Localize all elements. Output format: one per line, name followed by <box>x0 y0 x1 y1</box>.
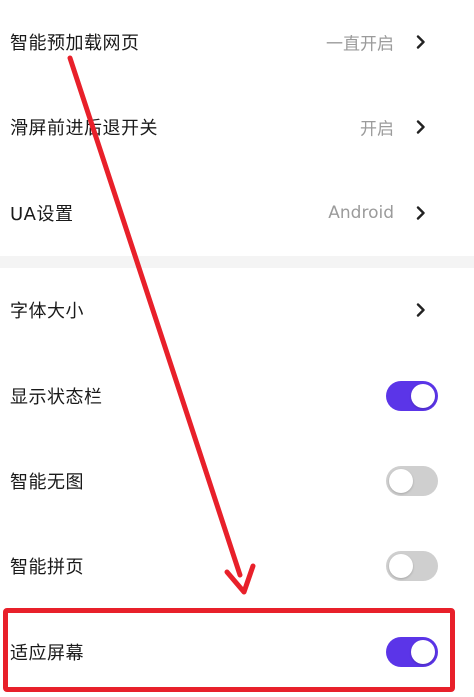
setting-label: 智能无图 <box>10 472 84 493</box>
setting-row-smart-preload[interactable]: 智能预加载网页 一直开启 <box>0 2 474 82</box>
setting-row-font-size[interactable]: 字体大小 <box>0 270 474 350</box>
smart-page-join-toggle[interactable] <box>386 551 438 581</box>
setting-value: Android <box>328 203 394 223</box>
section-divider <box>0 256 474 268</box>
smart-no-image-toggle[interactable] <box>386 466 438 496</box>
setting-label: 智能拼页 <box>10 557 84 578</box>
setting-row-smart-page-join: 智能拼页 <box>0 526 474 606</box>
setting-value: 一直开启 <box>326 34 394 55</box>
settings-screen: 智能预加载网页 一直开启 滑屏前进后退开关 开启 UA设置 Android 字体… <box>0 0 474 697</box>
chevron-right-icon <box>416 35 425 49</box>
toggle-knob <box>389 469 413 493</box>
toggle-knob <box>411 640 435 664</box>
chevron-right-icon <box>416 206 425 220</box>
chevron-right-icon <box>416 303 425 317</box>
setting-row-ua[interactable]: UA设置 Android <box>0 173 474 253</box>
fit-screen-toggle[interactable] <box>386 637 438 667</box>
setting-value: 开启 <box>360 119 394 140</box>
setting-row-fit-screen: 适应屏幕 <box>0 612 474 692</box>
setting-label: 显示状态栏 <box>10 387 103 408</box>
status-bar-toggle[interactable] <box>386 381 438 411</box>
setting-label: 滑屏前进后退开关 <box>10 118 158 139</box>
setting-label: 字体大小 <box>10 301 84 322</box>
toggle-knob <box>411 384 435 408</box>
setting-label: 适应屏幕 <box>10 643 84 664</box>
setting-row-smart-no-image: 智能无图 <box>0 441 474 521</box>
setting-row-status-bar: 显示状态栏 <box>0 356 474 436</box>
chevron-right-icon <box>416 120 425 134</box>
toggle-knob <box>389 554 413 578</box>
setting-row-swipe-navigation[interactable]: 滑屏前进后退开关 开启 <box>0 87 474 167</box>
setting-label: 智能预加载网页 <box>10 33 140 54</box>
setting-label: UA设置 <box>10 204 74 225</box>
